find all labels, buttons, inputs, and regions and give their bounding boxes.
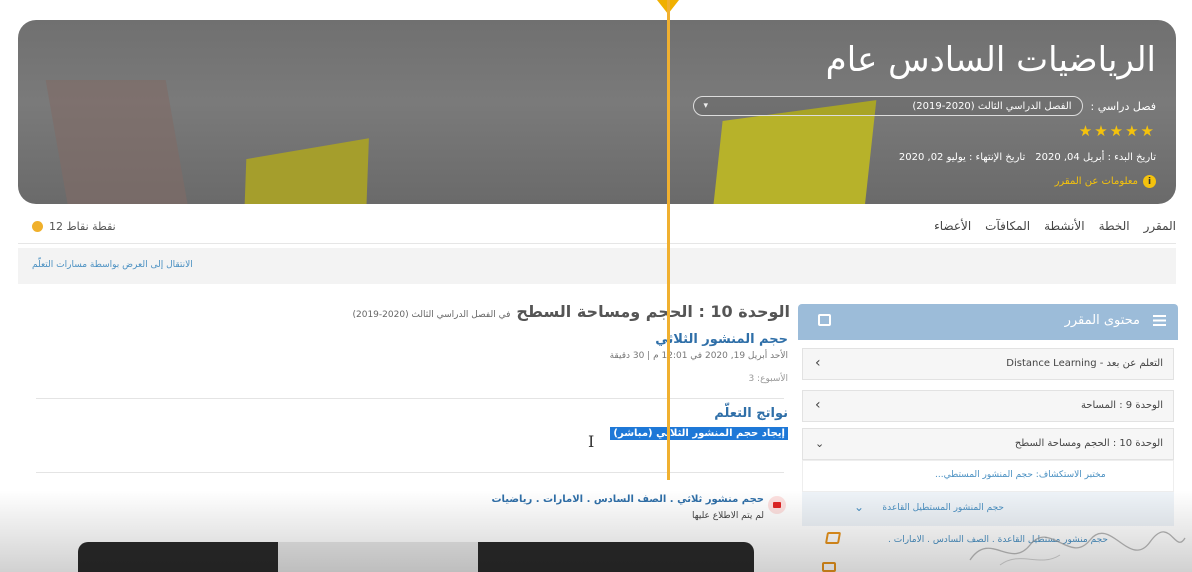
divider [36,472,784,473]
course-info-label: معلومات عن المقرر [1054,176,1138,187]
sidebar-item-distance-learning[interactable]: التعلم عن بعد - Distance Learning ‹ [802,348,1174,380]
video-icon [768,496,786,514]
outcomes-title: نواتج التعلّم [714,406,788,421]
semester-row: فصل دراسي : الفصل الدراسي الثالث (2020-2… [692,96,1156,116]
list-icon [1153,315,1166,326]
learning-path-link[interactable]: الانتقال إلى العرض بواسطة مسارات التعلّم [32,260,193,270]
sidebar-subitem[interactable]: مختبر الاستكشاف: حجم المنشور المستطي... [802,460,1174,492]
tab-members[interactable]: الأعضاء [934,219,971,233]
course-title: الرياضيات السادس عام [825,40,1156,80]
lesson-date: الأحد أبريل 19, 2020 في 12:01 م | 30 دقي… [609,351,788,361]
video-status: لم يتم الاطلاع عليها [691,511,764,521]
learning-path-bar: الانتقال إلى العرض بواسطة مسارات التعلّم [18,248,1176,284]
sidebar-item-label: الوحدة 9 : المساحة [1080,400,1163,411]
tab-course[interactable]: المقرر [1144,219,1176,233]
semester-label: فصل دراسي : [1090,99,1156,113]
lesson-week: الأسبوع: 3 [748,374,788,384]
unit-title: الوحدة 10 : الحجم ومساحة السطح [516,302,790,321]
chevron-left-icon: ‹ [815,355,821,371]
unit-semester: في الفصل الدراسي الثالث (2020-2019) [352,310,511,320]
sidebar-item-label: الوحدة 10 : الحجم ومساحة السطح [1014,438,1163,449]
sidebar-header: محتوى المقرر [798,304,1178,340]
start-date: تاريخ البدء : أبريل 04, 2020 [1035,152,1156,163]
end-date: تاريخ الإنتهاء : يوليو 02, 2020 [898,152,1026,163]
activity-icon [822,562,836,572]
sidebar-subitem-label: حجم المنشور المستطيل القاعدة [882,503,1004,513]
play-icon [773,502,781,508]
sidebar-item-label: التعلم عن بعد - Distance Learning [1006,358,1163,369]
tab-activities[interactable]: الأنشطة [1044,219,1085,233]
activity-icon [824,532,842,544]
tab-plan[interactable]: الخطة [1099,219,1130,233]
course-dates: تاريخ البدء : أبريل 04, 2020 تاريخ الإنت… [899,152,1156,163]
points-label: 12 نقطة نقاط [49,220,116,233]
sidebar-item-unit-10[interactable]: الوحدة 10 : الحجم ومساحة السطح ⌄ [802,428,1174,460]
coin-icon [32,221,43,232]
hero-background-shape [45,80,191,204]
unit-header: الوحدة 10 : الحجم ومساحة السطح في الفصل … [352,302,790,321]
hero-background-block [243,138,369,204]
chevron-down-icon: ▾ [703,101,709,111]
chevron-down-icon: ⌄ [815,437,825,450]
sidebar-title: محتوى المقرر [1064,313,1140,328]
course-info-link[interactable]: i معلومات عن المقرر [1055,175,1156,188]
video-preview[interactable] [78,542,754,572]
handwritten-watermark [969,531,1186,566]
rating-stars: ★★★★★ [1078,122,1156,140]
semester-value: الفصل الدراسي الثالث (2020-2019) [912,100,1072,112]
sidebar-item-unit-9[interactable]: الوحدة 9 : المساحة ‹ [802,390,1174,422]
video-title[interactable]: حجم منشور ثلاثي . الصف السادس . الامارات… [491,494,764,505]
sidebar-subitem-label: مختبر الاستكشاف: حجم المنشور المستطي... [935,470,1106,480]
video-preview-frame [278,542,478,572]
chevron-left-icon: ‹ [815,397,821,413]
learning-outcome-selected[interactable]: إيجاد حجم المنشور الثلاثي (مباشر) [610,427,788,440]
points-badge: 12 نقطة نقاط [32,220,116,233]
course-nav: المقرر الخطة الأنشطة المكافآت الأعضاء 12… [18,212,1176,244]
pointer-marker-line [667,0,670,480]
course-hero-banner: الرياضيات السادس عام فصل دراسي : الفصل ا… [18,20,1176,204]
chevron-down-icon: ⌄ [854,500,865,514]
info-icon: i [1143,175,1156,188]
print-icon[interactable] [818,314,831,326]
nav-tabs: المقرر الخطة الأنشطة المكافآت الأعضاء [934,219,1176,233]
lesson-title[interactable]: حجم المنشور الثلاثي [655,332,788,347]
tab-rewards[interactable]: المكافآت [985,219,1030,233]
divider [36,398,784,399]
semester-select[interactable]: الفصل الدراسي الثالث (2020-2019) ▾ [692,96,1083,116]
text-cursor-icon: I [588,432,595,451]
